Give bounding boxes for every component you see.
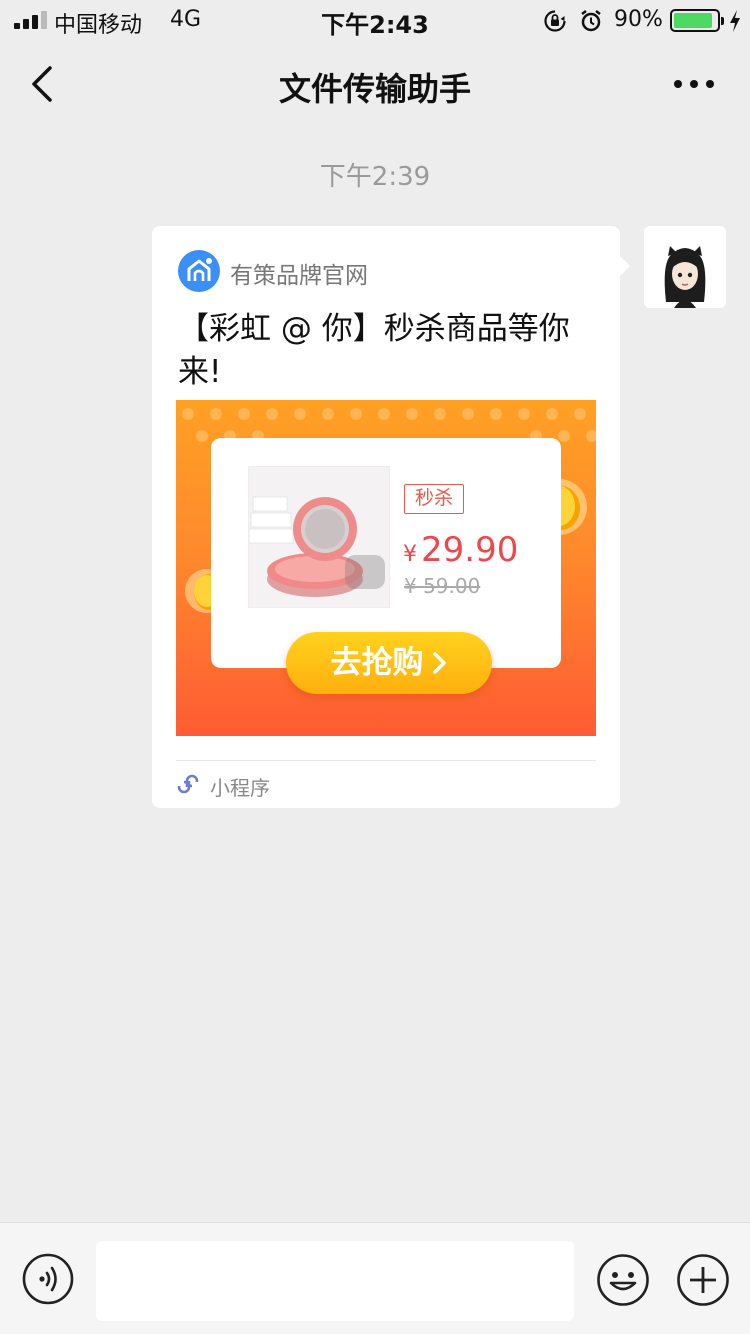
battery-fill xyxy=(674,13,712,28)
promo-banner[interactable]: 秒杀 ¥29.90 ¥ 59.00 去抢购 xyxy=(176,400,596,736)
chevron-right-icon xyxy=(432,651,446,674)
product-image xyxy=(248,466,390,608)
status-bar: 中国移动 4G 下午2:43 90% xyxy=(0,0,750,40)
flash-sale-tag: 秒杀 xyxy=(404,484,465,514)
card-title: 【彩虹 @ 你】秒杀商品等你来! xyxy=(178,311,570,390)
charging-icon xyxy=(730,10,740,32)
sale-price-value: 29.90 xyxy=(421,530,519,570)
mini-program-label: 小程序 xyxy=(210,776,270,800)
battery-icon xyxy=(670,9,724,32)
avatar-image xyxy=(664,246,706,308)
message-timestamp: 下午2:39 xyxy=(319,162,431,192)
message-input[interactable] xyxy=(96,1241,574,1321)
avatar[interactable] xyxy=(644,226,726,308)
mini-program-card[interactable]: 有策品牌官网 【彩虹 @ 你】秒杀商品等你来! 秒杀 ¥ 29.90 ¥ 59.… xyxy=(152,226,620,808)
brand-logo-icon xyxy=(178,250,220,292)
buy-now-button[interactable]: 去抢购 xyxy=(286,632,492,694)
emoji-icon[interactable] xyxy=(596,1253,650,1307)
sale-price: ¥29.90 xyxy=(403,530,518,575)
voice-icon[interactable] xyxy=(22,1253,74,1305)
bubble-arrow xyxy=(620,256,630,276)
more-dots-icon[interactable] xyxy=(664,74,724,94)
battery-percent: 90% xyxy=(614,7,663,32)
source-name: 有策品牌官网 xyxy=(230,263,368,289)
buy-now-label: 去抢购 xyxy=(330,645,424,681)
input-bar xyxy=(0,1222,750,1334)
mini-program-icon xyxy=(176,772,200,796)
chat-title: 文件传输助手 xyxy=(278,70,471,108)
original-price: ¥ 59.00 xyxy=(404,574,481,598)
alarm-icon xyxy=(581,10,601,32)
orientation-lock-icon xyxy=(544,10,566,32)
card-divider xyxy=(176,760,596,761)
plus-icon[interactable] xyxy=(676,1253,730,1307)
nav-bar: 文件传输助手 xyxy=(0,40,750,128)
currency-symbol: ¥ xyxy=(403,542,417,567)
